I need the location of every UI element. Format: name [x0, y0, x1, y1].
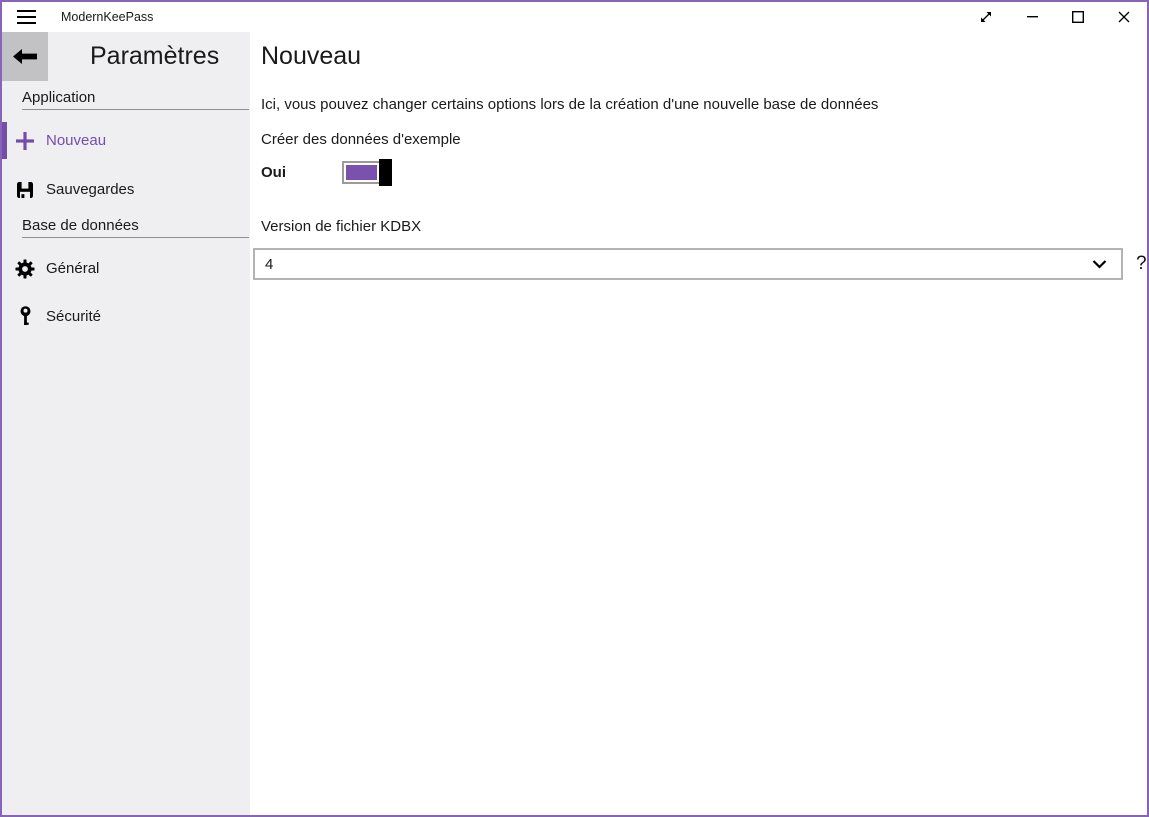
fullscreen-icon — [979, 10, 993, 24]
app-title: ModernKeePass — [61, 10, 153, 24]
help-button[interactable]: ? — [1136, 254, 1147, 274]
hamburger-menu-button[interactable] — [2, 2, 50, 32]
settings-sidebar: Paramètres Application Nouveau — [2, 32, 250, 815]
maximize-icon — [1072, 11, 1084, 23]
sidebar-item-label: Sécurité — [46, 308, 101, 325]
kdbx-version-label: Version de fichier KDBX — [261, 218, 1147, 236]
toggle-knob[interactable] — [379, 159, 392, 186]
save-icon — [14, 181, 36, 199]
settings-title: Paramètres — [90, 42, 219, 71]
window-controls — [963, 2, 1147, 32]
minimize-icon — [1027, 16, 1038, 18]
kdbx-version-dropdown[interactable]: 4 — [253, 248, 1123, 280]
dropdown-selected-value: 4 — [265, 256, 273, 273]
sidebar-item-label: Général — [46, 260, 99, 277]
titlebar: ModernKeePass — [2, 2, 1147, 32]
back-arrow-icon — [12, 48, 38, 65]
plus-icon — [14, 131, 36, 151]
section-application: Application — [22, 89, 249, 110]
back-button[interactable] — [2, 32, 48, 81]
chevron-down-icon — [1092, 260, 1107, 269]
selection-indicator — [2, 122, 7, 159]
sidebar-item-general[interactable]: Général — [2, 250, 250, 287]
hamburger-icon — [17, 9, 36, 25]
sidebar-item-label: Sauvegardes — [46, 181, 134, 198]
toggle-state-label: Oui — [261, 164, 342, 181]
sample-data-label: Créer des données d'exemple — [261, 131, 1147, 149]
sample-data-toggle-row: Oui — [261, 160, 1147, 184]
minimize-button[interactable] — [1009, 2, 1055, 32]
sidebar-item-sauvegardes[interactable]: Sauvegardes — [2, 171, 250, 208]
close-icon — [1118, 11, 1130, 23]
app-window: ModernKeePass — [0, 0, 1149, 817]
close-button[interactable] — [1101, 2, 1147, 32]
section-base-de-donnees: Base de données — [22, 217, 249, 238]
toggle-fill — [346, 165, 377, 180]
fullscreen-button[interactable] — [963, 2, 1009, 32]
key-icon — [14, 306, 36, 327]
sidebar-item-label: Nouveau — [46, 132, 106, 149]
kdbx-version-row: 4 ? — [253, 248, 1147, 280]
page-title: Nouveau — [261, 40, 1147, 72]
sidebar-item-nouveau[interactable]: Nouveau — [2, 122, 250, 159]
maximize-button[interactable] — [1055, 2, 1101, 32]
sidebar-item-securite[interactable]: Sécurité — [2, 298, 250, 335]
sample-data-toggle[interactable] — [342, 161, 391, 184]
page-description: Ici, vous pouvez changer certains option… — [261, 95, 1147, 115]
gear-icon — [14, 259, 36, 279]
settings-content: Nouveau Ici, vous pouvez changer certain… — [250, 32, 1147, 815]
